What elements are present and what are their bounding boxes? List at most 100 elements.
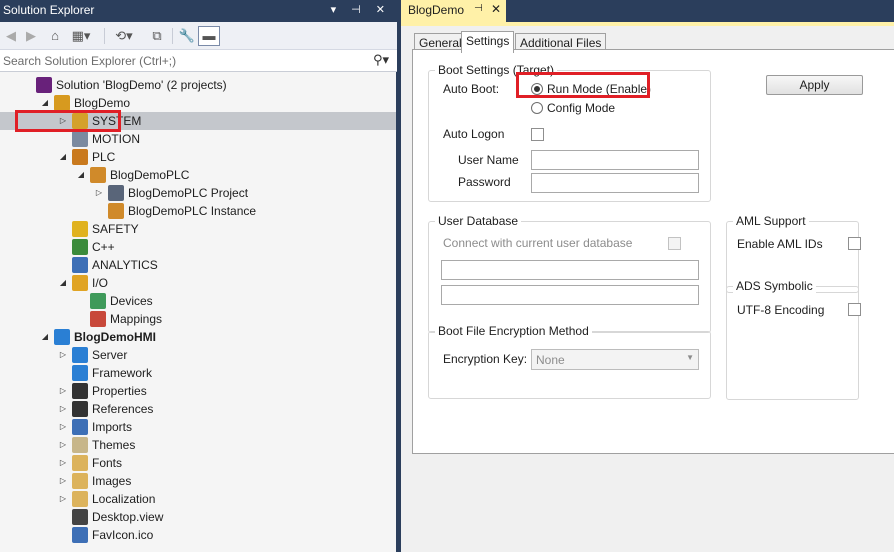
settings-page: Boot Settings (Target) Auto Boot: Run Mo… bbox=[412, 49, 894, 454]
tree-item[interactable]: ▷ Properties bbox=[0, 382, 396, 400]
config-mode-label: Config Mode bbox=[547, 101, 616, 115]
tree-item[interactable]: ANALYTICS bbox=[0, 256, 396, 274]
collapsed-arrow-icon[interactable]: ▷ bbox=[58, 418, 68, 436]
encryption-key-select[interactable]: None ▼ bbox=[531, 349, 699, 370]
back-icon[interactable]: ◀ bbox=[4, 27, 18, 45]
pin-icon[interactable]: ⊣ bbox=[474, 3, 483, 14]
collapsed-arrow-icon[interactable]: ▷ bbox=[58, 346, 68, 364]
user-database-field-2[interactable] bbox=[441, 285, 699, 305]
solution-explorer-title: Solution Explorer bbox=[3, 3, 95, 17]
tree-item[interactable]: SAFETY bbox=[0, 220, 396, 238]
aml-support-title: AML Support bbox=[733, 214, 809, 228]
collapsed-arrow-icon[interactable]: ▷ bbox=[58, 490, 68, 508]
tree-item-label: Properties bbox=[92, 384, 147, 398]
search-placeholder: Search Solution Explorer (Ctrl+;) bbox=[3, 54, 177, 68]
tree-item-label: Imports bbox=[92, 420, 133, 434]
document-tab-title: BlogDemo bbox=[408, 3, 465, 17]
twincat-project-icon bbox=[54, 95, 70, 111]
switch-views-icon[interactable]: ▦▾ bbox=[70, 27, 92, 45]
expanded-arrow-icon[interactable]: ◢ bbox=[58, 148, 68, 166]
tree-item[interactable]: ◢ PLC bbox=[0, 148, 396, 166]
expanded-arrow-icon[interactable]: ◢ bbox=[58, 274, 68, 292]
tree-item-label: Server bbox=[92, 348, 128, 362]
tree-item[interactable]: Devices bbox=[0, 292, 396, 310]
wrench-icon bbox=[72, 383, 88, 399]
home-icon[interactable]: ⌂ bbox=[46, 27, 64, 45]
collapsed-arrow-icon[interactable]: ▷ bbox=[58, 472, 68, 490]
close-icon[interactable]: ✕ bbox=[491, 2, 501, 16]
tree-item[interactable]: ▷ Images bbox=[0, 472, 396, 490]
ads-symbolic-title: ADS Symbolic bbox=[733, 279, 816, 293]
user-name-field[interactable] bbox=[531, 150, 699, 170]
tree-item[interactable]: Solution 'BlogDemo' (2 projects) bbox=[0, 76, 396, 94]
server-icon bbox=[72, 347, 88, 363]
tree-item[interactable]: ▷ BlogDemoPLC Project bbox=[0, 184, 396, 202]
tree-item[interactable]: FavIcon.ico bbox=[0, 526, 396, 544]
pending-changes-icon[interactable]: ⟲▾ bbox=[112, 27, 136, 45]
tree-item-label: BlogDemoPLC Instance bbox=[128, 204, 257, 218]
collapsed-arrow-icon[interactable]: ▷ bbox=[58, 400, 68, 418]
analytics-icon bbox=[72, 257, 88, 273]
expanded-arrow-icon[interactable]: ◢ bbox=[40, 328, 50, 346]
collapsed-arrow-icon[interactable]: ▷ bbox=[94, 184, 104, 202]
auto-logon-checkbox[interactable] bbox=[531, 128, 544, 141]
solution-explorer-search-input[interactable]: Search Solution Explorer (Ctrl+;) ⚲▾ bbox=[0, 50, 397, 72]
tree-item[interactable]: ▷ Themes bbox=[0, 436, 396, 454]
utf8-encoding-checkbox[interactable] bbox=[848, 303, 861, 316]
references-icon bbox=[72, 401, 88, 417]
password-label: Password bbox=[458, 175, 511, 189]
tree-item-label: Fonts bbox=[92, 456, 123, 470]
forward-icon[interactable]: ▶ bbox=[24, 27, 38, 45]
user-database-title: User Database bbox=[435, 214, 522, 228]
hmi-project-icon bbox=[54, 329, 70, 345]
tree-item-label: Framework bbox=[92, 366, 153, 380]
tree-item[interactable]: ▷ Server bbox=[0, 346, 396, 364]
tree-item[interactable]: BlogDemoPLC Instance bbox=[0, 202, 396, 220]
tab-settings[interactable]: Settings bbox=[461, 31, 515, 53]
tree-item[interactable]: Framework bbox=[0, 364, 396, 382]
tree-item[interactable]: ▷ Localization bbox=[0, 490, 396, 508]
tree-item-label: MOTION bbox=[92, 132, 140, 146]
config-mode-radio[interactable] bbox=[531, 102, 543, 114]
tree-item-label: BlogDemoHMI bbox=[74, 330, 156, 344]
password-field[interactable] bbox=[531, 173, 699, 193]
search-icon[interactable]: ⚲▾ bbox=[373, 52, 389, 68]
tree-item-label: Solution 'BlogDemo' (2 projects) bbox=[56, 78, 227, 92]
tree-item-label: C++ bbox=[92, 240, 115, 254]
tree-item[interactable]: ◢ I/O bbox=[0, 274, 396, 292]
plc-program-icon bbox=[108, 185, 124, 201]
tree-item[interactable]: ▷ References bbox=[0, 400, 396, 418]
devices-icon bbox=[90, 293, 106, 309]
tree-item[interactable]: ◢ BlogDemoHMI bbox=[0, 328, 396, 346]
connect-user-db-checkbox[interactable] bbox=[668, 237, 681, 250]
collapsed-arrow-icon[interactable]: ▷ bbox=[58, 454, 68, 472]
pane-window-controls[interactable]: ▾ ⊣ ✕ bbox=[331, 3, 391, 16]
apply-button[interactable]: Apply bbox=[766, 75, 863, 95]
tree-item[interactable]: ▷ Fonts bbox=[0, 454, 396, 472]
tree-item-label: Themes bbox=[92, 438, 136, 452]
tree-item[interactable]: ▷ Imports bbox=[0, 418, 396, 436]
auto-logon-label: Auto Logon bbox=[443, 127, 505, 141]
tree-item[interactable]: MOTION bbox=[0, 130, 396, 148]
collapsed-arrow-icon[interactable]: ▷ bbox=[58, 436, 68, 454]
expanded-arrow-icon[interactable]: ◢ bbox=[76, 166, 86, 184]
collapse-all-icon[interactable]: ⧉ bbox=[148, 27, 166, 45]
solution-explorer-title-bar: Solution Explorer ▾ ⊣ ✕ bbox=[0, 0, 397, 22]
tree-item[interactable]: C++ bbox=[0, 238, 396, 256]
tree-item[interactable]: Mappings bbox=[0, 310, 396, 328]
framework-icon bbox=[72, 365, 88, 381]
collapsed-arrow-icon[interactable]: ▷ bbox=[58, 382, 68, 400]
enable-aml-ids-checkbox[interactable] bbox=[848, 237, 861, 250]
user-database-field-1[interactable] bbox=[441, 260, 699, 280]
view-icon bbox=[72, 509, 88, 525]
preview-selected-items-icon[interactable]: ▬ bbox=[198, 26, 220, 46]
plc-instance-icon bbox=[108, 203, 124, 219]
tree-item-label: Images bbox=[92, 474, 132, 488]
tree-item-label: SAFETY bbox=[92, 222, 139, 236]
tree-item[interactable]: ◢ BlogDemoPLC bbox=[0, 166, 396, 184]
encryption-key-label: Encryption Key: bbox=[443, 352, 528, 366]
tree-item-label: I/O bbox=[92, 276, 109, 290]
tab-blogdemo[interactable]: BlogDemo ⊣ ✕ bbox=[401, 0, 506, 22]
tree-item[interactable]: Desktop.view bbox=[0, 508, 396, 526]
properties-wrench-icon[interactable]: 🔧 bbox=[178, 27, 196, 45]
